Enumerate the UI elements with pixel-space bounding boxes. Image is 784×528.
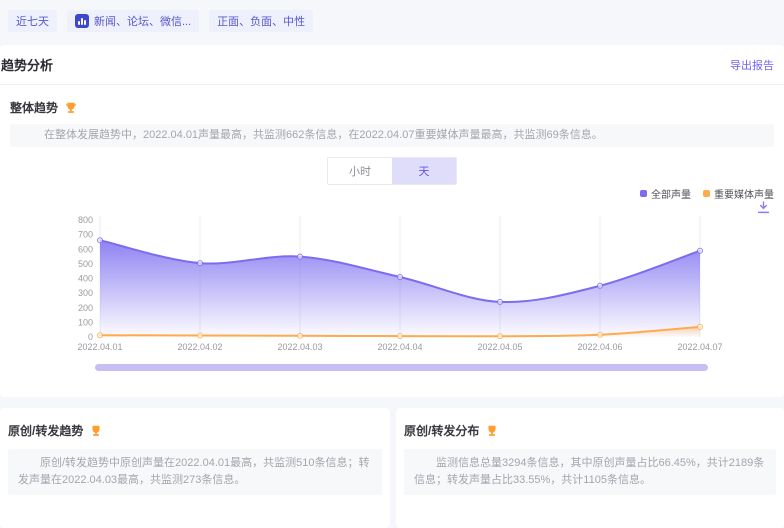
filter-bar: 近七天 新闻、论坛、微信... 正面、负面、中性 xyxy=(8,10,313,32)
svg-text:300: 300 xyxy=(78,288,93,298)
svg-text:500: 500 xyxy=(78,259,93,269)
legend-swatch-orange xyxy=(703,190,710,197)
svg-text:600: 600 xyxy=(78,244,93,254)
card-title: 原创/转发分布 xyxy=(404,422,479,439)
card-title: 原创/转发趋势 xyxy=(8,422,83,439)
card-header: 原创/转发趋势 xyxy=(0,408,390,449)
svg-text:2022.04.02: 2022.04.02 xyxy=(177,342,222,352)
filter-chip-label: 正面、负面、中性 xyxy=(217,13,305,29)
svg-text:200: 200 xyxy=(78,303,93,313)
trophy-icon xyxy=(485,424,499,438)
svg-text:2022.04.06: 2022.04.06 xyxy=(577,342,622,352)
filter-chip-label: 新闻、论坛、微信... xyxy=(94,13,191,29)
overall-trend-header: 整体趋势 xyxy=(0,85,784,124)
svg-text:2022.04.03: 2022.04.03 xyxy=(277,342,322,352)
filter-chip-sources[interactable]: 新闻、论坛、微信... xyxy=(67,10,199,32)
overall-trend-summary: 在整体发展趋势中，2022.04.01声量最高，共监测662条信息，在2022.… xyxy=(10,124,774,147)
filter-chip-date-range[interactable]: 近七天 xyxy=(8,10,57,32)
filter-chip-sentiment[interactable]: 正面、负面、中性 xyxy=(209,10,313,32)
svg-text:700: 700 xyxy=(78,230,93,240)
svg-text:2022.04.07: 2022.04.07 xyxy=(677,342,722,352)
toggle-day-button[interactable]: 天 xyxy=(392,158,456,184)
svg-text:2022.04.01: 2022.04.01 xyxy=(77,342,122,352)
svg-text:2022.04.04: 2022.04.04 xyxy=(377,342,422,352)
media-source-icon xyxy=(75,14,89,28)
trophy-icon xyxy=(64,101,78,115)
panel-header: 趋势分析 导出报告 xyxy=(0,45,784,85)
overall-trend-title: 整体趋势 xyxy=(10,99,58,116)
filter-chip-label: 近七天 xyxy=(16,13,49,29)
originals-reposts-trend-card: 原创/转发趋势 原创/转发趋势中原创声量在2022.04.01最高，共监测510… xyxy=(0,408,390,528)
card-header: 原创/转发分布 xyxy=(396,408,784,449)
granularity-toggle-wrap: 小时 天 xyxy=(0,157,784,185)
page-title: 趋势分析 xyxy=(1,55,53,74)
svg-text:2022.04.05: 2022.04.05 xyxy=(477,342,522,352)
trophy-icon xyxy=(89,424,103,438)
svg-text:400: 400 xyxy=(78,274,93,284)
legend-swatch-purple xyxy=(640,190,647,197)
svg-text:100: 100 xyxy=(78,317,93,327)
toggle-hour-button[interactable]: 小时 xyxy=(328,158,392,184)
svg-text:800: 800 xyxy=(78,215,93,225)
granularity-toggle: 小时 天 xyxy=(327,157,457,185)
card-summary: 监测信息总量3294条信息，其中原创声量占比66.45%，共计2189条信息；转… xyxy=(404,449,776,495)
export-report-link[interactable]: 导出报告 xyxy=(730,57,774,73)
datazoom-slider[interactable] xyxy=(95,364,708,371)
svg-text:0: 0 xyxy=(88,332,93,342)
trend-area-chart[interactable]: 0 100 200 300 400 500 600 700 800 2022.04.01 2022.… xyxy=(0,198,784,358)
card-summary: 原创/转发趋势中原创声量在2022.04.01最高，共监测510条信息；转发声量… xyxy=(8,449,382,495)
originals-reposts-distribution-card: 原创/转发分布 监测信息总量3294条信息，其中原创声量占比66.45%，共计2… xyxy=(396,408,784,528)
